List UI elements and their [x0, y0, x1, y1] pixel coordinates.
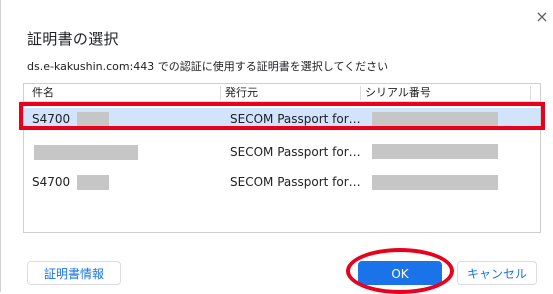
- column-divider: [220, 86, 221, 100]
- certificate-row[interactable]: S4700 SECOM Passport for…: [24, 171, 540, 193]
- list-header: 件名 発行元 シリアル番号: [24, 84, 540, 102]
- redacted-block: [77, 112, 109, 127]
- certificate-row[interactable]: SECOM Passport for…: [24, 141, 540, 163]
- row-issuer: SECOM Passport for…: [230, 145, 361, 159]
- redacted-serial: [372, 175, 498, 190]
- column-header-subject[interactable]: 件名: [32, 86, 54, 100]
- redacted-serial: [372, 112, 498, 127]
- row-subject: S4700: [32, 175, 71, 189]
- close-icon[interactable]: ×: [535, 9, 549, 25]
- dialog-description: ds.e-kakushin.com:443 での認証に使用する証明書を選択してく…: [27, 60, 389, 73]
- row-subject: S4700: [32, 112, 71, 126]
- column-header-issuer[interactable]: 発行元: [225, 86, 258, 100]
- redacted-subject: [34, 145, 138, 160]
- certificate-row[interactable]: S4700 SECOM Passport for…: [24, 108, 540, 130]
- certificate-info-button[interactable]: 証明書情報: [27, 261, 121, 285]
- row-issuer: SECOM Passport for…: [230, 175, 361, 189]
- row-issuer: SECOM Passport for…: [230, 112, 361, 126]
- redacted-serial: [372, 144, 498, 159]
- column-divider: [360, 86, 361, 100]
- column-divider: [530, 86, 531, 100]
- cancel-button[interactable]: キャンセル: [457, 261, 537, 285]
- redacted-block: [77, 175, 109, 190]
- certificate-list: 件名 発行元 シリアル番号 S4700 SECOM Passport for… …: [23, 83, 541, 233]
- column-header-serial[interactable]: シリアル番号: [365, 86, 431, 100]
- certificate-selection-dialog: × 証明書の選択 ds.e-kakushin.com:443 での認証に使用する…: [0, 0, 553, 294]
- dialog-title: 証明書の選択: [27, 30, 119, 48]
- ok-button[interactable]: OK: [358, 261, 442, 285]
